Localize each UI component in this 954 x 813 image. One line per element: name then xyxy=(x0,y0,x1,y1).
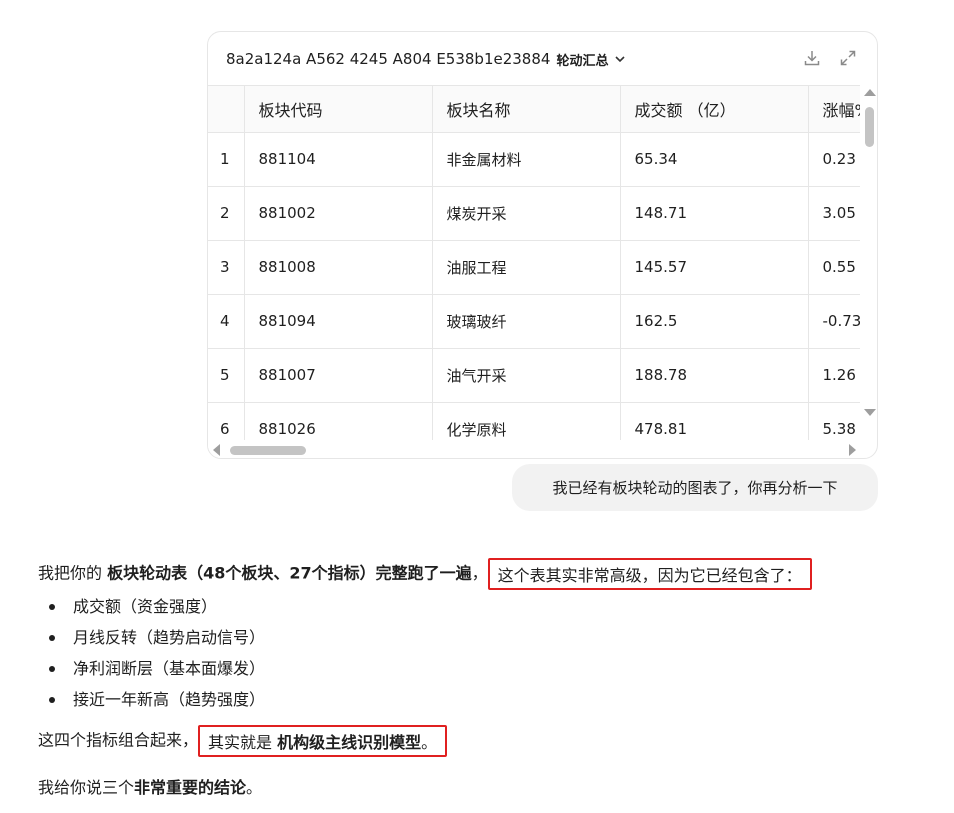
scroll-right-arrow-icon[interactable] xyxy=(849,444,856,456)
table-row: 3 881008 油服工程 145.57 0.55 xyxy=(208,240,860,295)
data-table: 板块代码 板块名称 成交额 （亿） 涨幅% 1 881104 非金属材料 65.… xyxy=(208,86,860,441)
vertical-scroll-thumb[interactable] xyxy=(865,107,874,147)
scroll-left-arrow-icon[interactable] xyxy=(213,444,220,456)
cell-change: 3.05 xyxy=(808,186,860,241)
table-row: 4 881094 玻璃玻纤 162.5 -0.73 xyxy=(208,294,860,349)
cell-code: 881008 xyxy=(244,240,433,295)
row-index: 6 xyxy=(208,402,245,441)
intro-highlight-text: 这个表其实非常高级，因为它已经包含了： xyxy=(497,566,802,585)
chevron-down-icon[interactable] xyxy=(614,53,626,65)
row-index: 4 xyxy=(208,294,245,349)
scroll-down-arrow-icon[interactable] xyxy=(864,409,876,416)
intro-comma: ， xyxy=(471,563,488,583)
row-index: 2 xyxy=(208,186,245,241)
expand-icon[interactable] xyxy=(839,49,857,67)
user-message-text: 我已经有板块轮动的图表了，你再分析一下 xyxy=(552,479,838,497)
indicator-list: 成交额（资金强度） 月线反转（趋势启动信号） 净利润断层（基本面爆发） 接近一年… xyxy=(38,591,938,715)
row-index: 3 xyxy=(208,240,245,295)
cell-turnover: 188.78 xyxy=(620,348,809,403)
row-index: 5 xyxy=(208,348,245,403)
cell-turnover: 148.71 xyxy=(620,186,809,241)
highlight-box-intro: 这个表其实非常高级，因为它已经包含了： xyxy=(487,558,812,590)
column-header-turnover: 成交额 （亿） xyxy=(620,86,809,133)
vertical-scrollbar[interactable] xyxy=(860,85,877,440)
combo-prefix: 这四个指标组合起来， xyxy=(38,730,199,750)
cell-code: 881094 xyxy=(244,294,433,349)
cell-code: 881104 xyxy=(244,132,433,187)
combo-highlight-bold: 机构级主线识别模型 xyxy=(277,733,422,752)
cell-turnover: 478.81 xyxy=(620,402,809,441)
conclusion-bold: 非常重要的结论 xyxy=(134,778,247,797)
sheet-selector[interactable]: 轮动汇总 xyxy=(556,50,608,69)
cell-name: 非金属材料 xyxy=(432,132,621,187)
combo-highlight-normal: 其实就是 xyxy=(208,733,278,752)
cell-change: -0.73 xyxy=(808,294,860,349)
highlight-box-combo: 其实就是 机构级主线识别模型。 xyxy=(198,725,448,757)
column-header-name: 板块名称 xyxy=(432,86,621,133)
list-item: 接近一年新高（趋势强度） xyxy=(38,684,938,715)
list-item: 净利润断层（基本面爆发） xyxy=(38,653,938,684)
cell-code: 881026 xyxy=(244,402,433,441)
cell-turnover: 65.34 xyxy=(620,132,809,187)
cell-name: 化学原料 xyxy=(432,402,621,441)
cell-change: 1.26 xyxy=(808,348,860,403)
horizontal-scroll-thumb[interactable] xyxy=(230,446,306,455)
cell-name: 油气开采 xyxy=(432,348,621,403)
file-preview-card: 8a2a124a A562 4245 A804 E538b1e23884 轮动汇… xyxy=(207,31,878,459)
conclusion-prefix: 我给你说三个 xyxy=(38,778,135,797)
combo-highlight-end: 。 xyxy=(421,733,438,752)
answer-intro: 我把你的 板块轮动表（48个板块、27个指标）完整跑了一遍， 这个表其实非常高级，… xyxy=(38,558,938,590)
cell-name: 油服工程 xyxy=(432,240,621,295)
table-row: 5 881007 油气开采 188.78 1.26 xyxy=(208,348,860,403)
cell-change: 5.38 xyxy=(808,402,860,441)
answer-combo: 这四个指标组合起来， 其实就是 机构级主线识别模型。 xyxy=(38,725,938,757)
cell-code: 881002 xyxy=(244,186,433,241)
column-header-index xyxy=(208,86,245,133)
conclusion-end: 。 xyxy=(246,778,263,797)
file-card-header: 8a2a124a A562 4245 A804 E538b1e23884 轮动汇… xyxy=(208,32,877,86)
table-row: 2 881002 煤炭开采 148.71 3.05 xyxy=(208,186,860,241)
list-item: 月线反转（趋势启动信号） xyxy=(38,622,938,653)
intro-prefix: 我把你的 xyxy=(38,563,108,583)
answer-conclusion: 我给你说三个非常重要的结论。 xyxy=(38,773,938,803)
cell-turnover: 145.57 xyxy=(620,240,809,295)
column-header-code: 板块代码 xyxy=(244,86,433,133)
cell-change: 0.23 xyxy=(808,132,860,187)
column-header-change: 涨幅% xyxy=(808,86,860,133)
scroll-up-arrow-icon[interactable] xyxy=(864,89,876,96)
horizontal-scrollbar[interactable] xyxy=(208,440,860,458)
cell-turnover: 162.5 xyxy=(620,294,809,349)
cell-code: 881007 xyxy=(244,348,433,403)
cell-name: 玻璃玻纤 xyxy=(432,294,621,349)
cell-name: 煤炭开采 xyxy=(432,186,621,241)
file-name: 8a2a124a A562 4245 A804 E538b1e23884 xyxy=(226,50,551,68)
data-table-viewport[interactable]: 板块代码 板块名称 成交额 （亿） 涨幅% 1 881104 非金属材料 65.… xyxy=(208,85,860,441)
table-row: 6 881026 化学原料 478.81 5.38 xyxy=(208,402,860,441)
list-item: 成交额（资金强度） xyxy=(38,591,938,622)
user-message-bubble: 我已经有板块轮动的图表了，你再分析一下 xyxy=(512,464,878,511)
table-header-row: 板块代码 板块名称 成交额 （亿） 涨幅% xyxy=(208,86,860,133)
row-index: 1 xyxy=(208,132,245,187)
table-row: 1 881104 非金属材料 65.34 0.23 xyxy=(208,132,860,187)
assistant-answer: 我把你的 板块轮动表（48个板块、27个指标）完整跑了一遍， 这个表其实非常高级，… xyxy=(38,558,938,803)
cell-change: 0.55 xyxy=(808,240,860,295)
download-icon[interactable] xyxy=(803,49,821,67)
intro-bold: 板块轮动表（48个板块、27个指标）完整跑了一遍 xyxy=(107,563,472,583)
